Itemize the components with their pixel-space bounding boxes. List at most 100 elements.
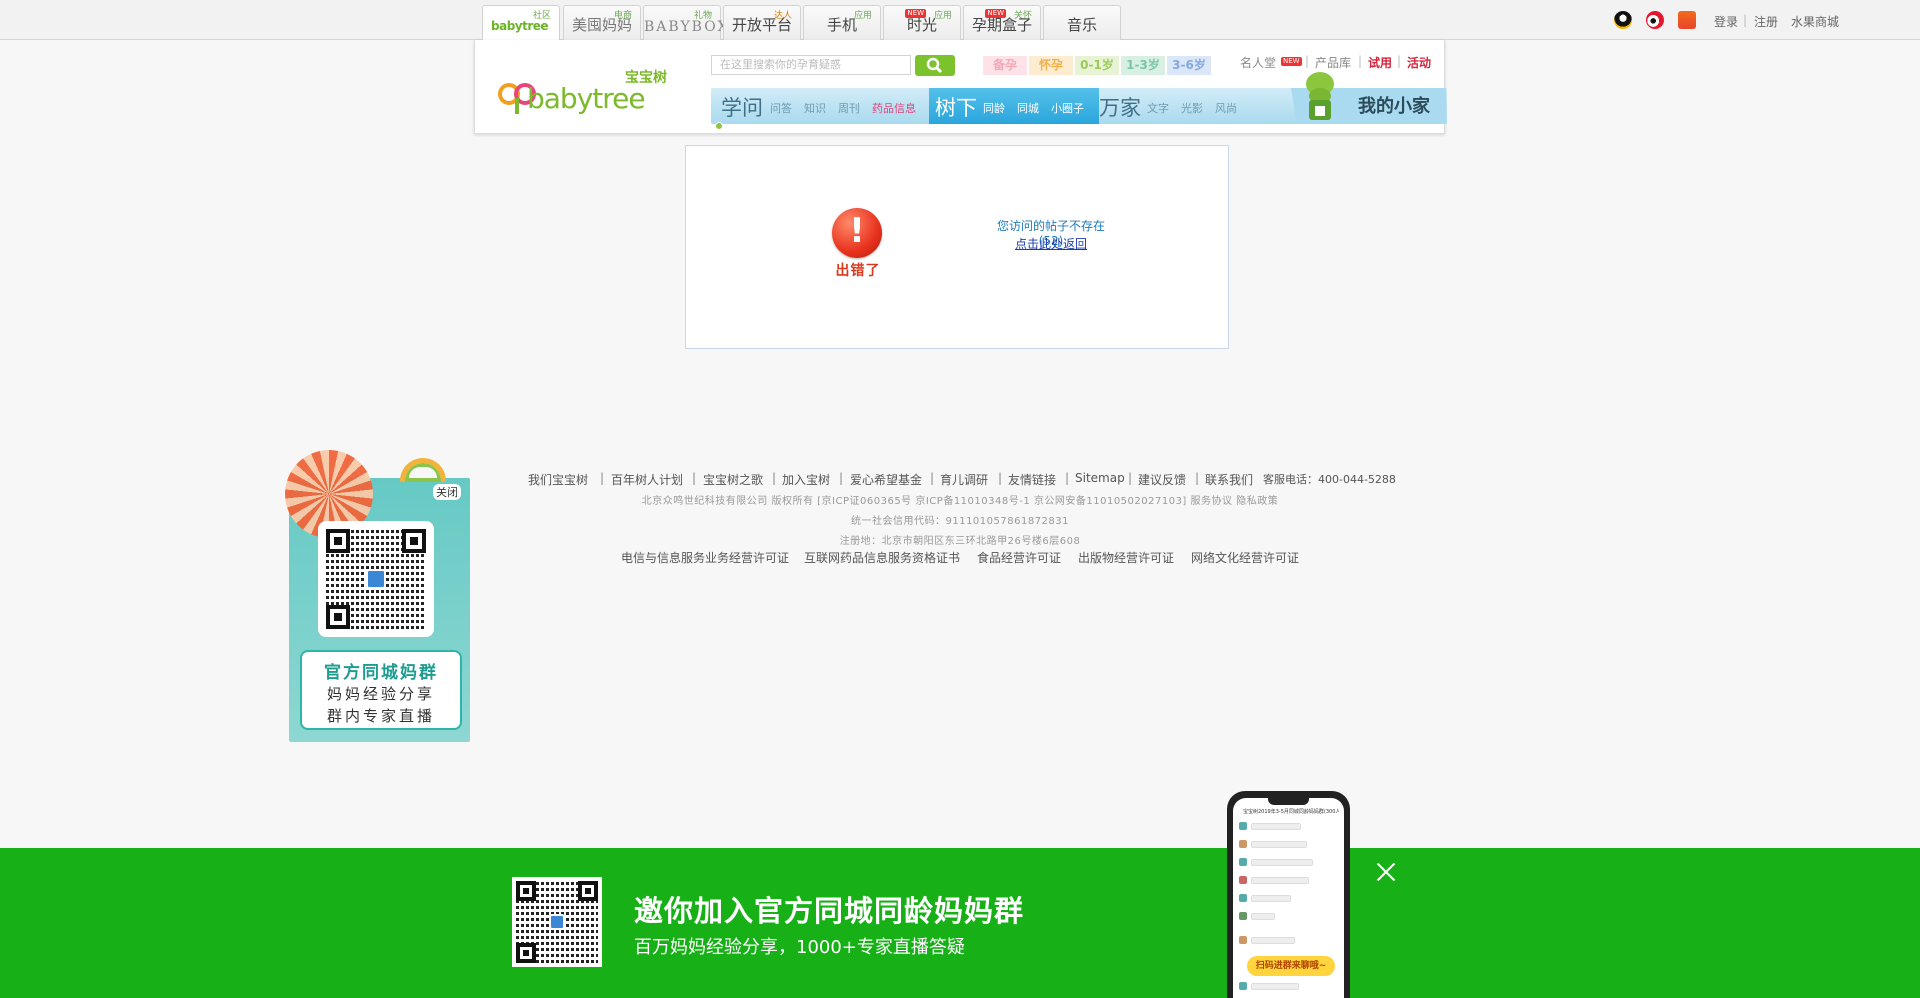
- nav-item[interactable]: 知识: [804, 100, 826, 116]
- my-home-label: 我的小家: [1358, 96, 1430, 117]
- license-link[interactable]: 网络文化经营许可证: [1191, 549, 1299, 566]
- top-bar: 社区 babytree 电商 美囤妈妈 礼物 BABYBOX 达人 开放平台 应…: [0, 0, 1920, 41]
- footer-link[interactable]: 育儿调研: [940, 471, 988, 488]
- qr-logo-icon: [366, 569, 386, 589]
- search-input[interactable]: 在这里搜索你的孕育疑惑: [711, 55, 911, 75]
- tab-label: BABYBOX: [644, 19, 730, 35]
- back-link[interactable]: 点击此处返回: [986, 235, 1116, 252]
- nav-item-drug-info[interactable]: 药品信息: [872, 100, 916, 116]
- left-qr-float: 关闭 官方同城妈群 妈妈经验分享 群内专家直播: [285, 450, 473, 745]
- tab-babytree-logo: babytree: [491, 19, 549, 33]
- footer-link[interactable]: 加入宝树: [782, 471, 830, 488]
- tab-community[interactable]: 社区 babytree: [482, 5, 560, 41]
- age-filter-prep[interactable]: 备孕: [983, 56, 1027, 75]
- phone-join-cta: 扫码进群来聊哦~: [1247, 956, 1335, 976]
- nav-group-community: 树下 同龄 同城 小圈子: [929, 88, 1099, 124]
- banner-title: 邀你加入官方同城同龄妈妈群: [634, 894, 1025, 928]
- babytree-logo[interactable]: 宝宝树 babytree: [497, 64, 667, 116]
- qr-corner: [516, 943, 536, 963]
- tab-meitun[interactable]: 电商 美囤妈妈: [563, 5, 641, 40]
- tab-open-platform[interactable]: 达人 开放平台: [723, 5, 801, 40]
- celebrity-link[interactable]: 名人堂: [1240, 54, 1276, 71]
- address: 注册地：北京市朝阳区东三环北路甲26号楼6层608: [839, 536, 1081, 547]
- register-link[interactable]: 注册: [1754, 13, 1778, 30]
- join-group-title: 官方同城妈群: [324, 663, 438, 683]
- age-filter-3-6[interactable]: 3-6岁: [1167, 56, 1211, 75]
- security-icon[interactable]: [1678, 11, 1696, 29]
- join-group-card[interactable]: 官方同城妈群 妈妈经验分享 群内专家直播: [300, 650, 462, 730]
- site-header: 宝宝树 babytree 在这里搜索你的孕育疑惑 备孕 怀孕 0-1岁 1-3岁…: [474, 40, 1447, 134]
- nav-item[interactable]: 问答: [770, 100, 792, 116]
- age-filter-pregnant[interactable]: 怀孕: [1029, 56, 1073, 75]
- footer-link[interactable]: 百年树人计划: [611, 471, 683, 488]
- phone-notch: [1268, 798, 1309, 805]
- close-float-button[interactable]: 关闭: [433, 484, 461, 500]
- footer-link[interactable]: 爱心希望基金: [850, 471, 922, 488]
- separator: |: [1195, 471, 1200, 485]
- age-filter-1-3[interactable]: 1-3岁: [1121, 56, 1165, 75]
- top-links: 登录 | 注册 水果商城: [1560, 0, 1920, 40]
- nav-item[interactable]: 周刊: [838, 100, 860, 116]
- hotline: 客服电话：400-044-5288: [1263, 473, 1396, 486]
- phone-mockup: 宝宝树2019年3-5月同城同龄妈妈群(300人) 扫码进群来聊哦~: [1227, 791, 1350, 998]
- qq-icon[interactable]: [1614, 11, 1632, 29]
- nav-item[interactable]: 同城: [1017, 100, 1039, 116]
- banner-subtitle: 百万妈妈经验分享，1000+专家直播答疑: [634, 937, 965, 958]
- tab-mobile[interactable]: 应用 手机: [803, 5, 881, 40]
- separator: |: [1305, 54, 1310, 68]
- tab-label: 时光: [906, 16, 937, 34]
- weibo-icon[interactable]: [1646, 11, 1664, 29]
- tab-label: 美囤妈妈: [571, 16, 632, 34]
- error-panel: ! 出错了 您访问的帖子不存在(52) 点击此处返回: [685, 145, 1229, 349]
- join-group-banner: 邀你加入官方同城同龄妈妈群 百万妈妈经验分享，1000+专家直播答疑: [0, 848, 1920, 998]
- tab-label: 手机: [826, 16, 857, 34]
- tab-label: 孕期盒子: [971, 16, 1032, 34]
- footer-link[interactable]: Sitemap: [1075, 471, 1125, 485]
- separator: |: [1358, 54, 1363, 68]
- age-filter-0-1[interactable]: 0-1岁: [1075, 56, 1119, 75]
- nav-item[interactable]: 文字: [1147, 100, 1169, 116]
- nav-title[interactable]: 学问: [721, 92, 763, 122]
- tab-babybox[interactable]: 礼物 BABYBOX: [643, 5, 730, 40]
- footer-link[interactable]: 我们宝宝树: [528, 471, 588, 488]
- my-home-button[interactable]: 我的小家: [1287, 68, 1446, 124]
- qr-code: [318, 521, 434, 637]
- nav-title[interactable]: 万家: [1099, 92, 1141, 122]
- search-button[interactable]: [915, 55, 955, 76]
- rainbow-icon: [400, 458, 446, 482]
- footer-link[interactable]: 建议反馈: [1138, 471, 1186, 488]
- footer-link[interactable]: 联系我们: [1205, 471, 1253, 488]
- close-icon[interactable]: [1374, 860, 1398, 884]
- nav-item[interactable]: 风尚: [1215, 100, 1237, 116]
- tab-label: 开放平台: [731, 16, 792, 34]
- footer-link[interactable]: 宝宝树之歌: [703, 471, 763, 488]
- qr-corner: [402, 529, 426, 553]
- fruit-shop-link[interactable]: 水果商城: [1791, 13, 1839, 30]
- qr-corner: [516, 881, 536, 901]
- footer-link[interactable]: 友情链接: [1008, 471, 1056, 488]
- license-link[interactable]: 电信与信息服务业务经营许可证: [621, 549, 789, 566]
- separator: |: [1128, 471, 1133, 485]
- nav-indicator-dot: [715, 122, 723, 130]
- new-badge: NEW: [1281, 57, 1302, 66]
- nav-item[interactable]: 光影: [1181, 100, 1203, 116]
- separator: |: [692, 471, 697, 485]
- qr-code-pattern: [326, 529, 426, 629]
- license-link[interactable]: 出版物经营许可证: [1078, 549, 1174, 566]
- tab-music[interactable]: 音乐: [1043, 5, 1121, 40]
- search-icon: [926, 57, 943, 74]
- login-link[interactable]: 登录: [1714, 13, 1738, 30]
- tab-pregnancy-box[interactable]: NEW 关怀 孕期盒子: [963, 5, 1041, 40]
- nav-title[interactable]: 树下: [935, 92, 977, 122]
- separator: |: [930, 471, 935, 485]
- phone-screen: 宝宝树2019年3-5月同城同龄妈妈群(300人) 扫码进群来聊哦~: [1233, 798, 1344, 998]
- logo-english: babytree: [527, 82, 646, 115]
- nav-item[interactable]: 同龄: [983, 100, 1005, 116]
- nav-item[interactable]: 小圈子: [1051, 100, 1084, 116]
- credit-code: 统一社会信用代码：911101057861872831: [850, 516, 1070, 527]
- separator: |: [772, 471, 777, 485]
- tab-time[interactable]: NEW 应用 时光: [883, 5, 961, 40]
- license-link[interactable]: 互联网药品信息服务资格证书: [804, 549, 960, 566]
- footer-links: 我们宝宝树 | 百年树人计划 | 宝宝树之歌 | 加入宝树 | 爱心希望基金 |…: [500, 471, 1420, 487]
- license-link[interactable]: 食品经营许可证: [977, 549, 1061, 566]
